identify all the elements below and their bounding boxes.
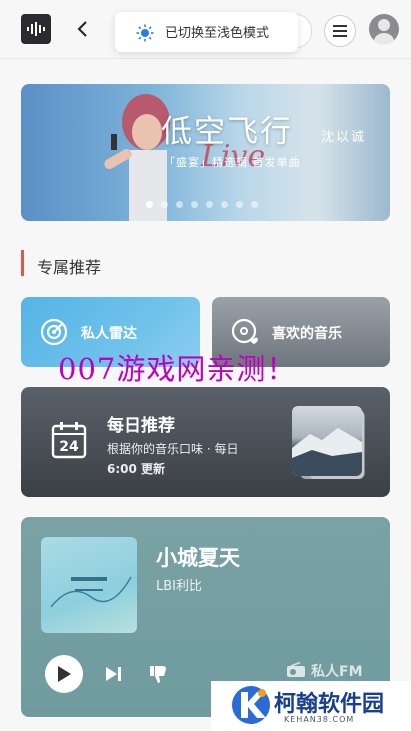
play-icon <box>58 666 71 682</box>
banner-subtitle: 「盛宴」精选辑 首发单曲 <box>164 156 301 169</box>
sun-icon <box>136 24 154 42</box>
radio-icon <box>287 662 305 677</box>
back-icon[interactable] <box>72 18 94 40</box>
album-cover-image <box>41 537 137 633</box>
watermark-url: KEHAN38.COM <box>284 715 355 724</box>
banner-dot[interactable] <box>221 201 228 208</box>
liked-card-label: 喜欢的音乐 <box>272 326 342 342</box>
daily-cover-image <box>292 406 362 476</box>
radar-icon <box>40 318 68 346</box>
watermark-brand: 柯翰软件园 <box>274 692 385 717</box>
menu-button[interactable] <box>324 15 356 47</box>
radar-card-label: 私人雷达 <box>81 326 137 342</box>
toast-text: 已切换至浅色模式 <box>165 26 270 41</box>
promo-banner[interactable]: 低空飞行 沈以诚 Live 「盛宴」精选辑 首发单曲 <box>21 84 390 221</box>
banner-dot[interactable] <box>251 201 258 208</box>
daily-title: 每日推荐 <box>107 416 175 436</box>
banner-dot[interactable] <box>236 201 243 208</box>
banner-dot[interactable] <box>146 201 153 208</box>
daily-recommend-card[interactable]: 24 每日推荐 根据你的音乐口味 · 每日 6:00 更新 <box>21 387 390 497</box>
watermark-text: 007游戏网亲测！ <box>58 352 297 386</box>
banner-dot[interactable] <box>206 201 213 208</box>
avatar[interactable] <box>369 14 399 44</box>
song-title: 小城夏天 <box>156 546 240 570</box>
song-artist[interactable]: LBI利比 <box>156 575 202 594</box>
daily-desc-line1: 根据你的音乐口味 · 每日 <box>107 442 239 456</box>
section-accent-bar <box>21 250 24 276</box>
calendar-day: 24 <box>59 439 79 455</box>
daily-desc-line2: 6:00 更新 <box>107 462 166 476</box>
daily-description: 根据你的音乐口味 · 每日 6:00 更新 <box>107 439 277 479</box>
fm-label: 私人FM <box>311 664 363 680</box>
menu-icon <box>333 25 347 37</box>
heart-disc-icon <box>231 318 258 344</box>
app-logo-icon[interactable] <box>21 14 51 44</box>
banner-dot[interactable] <box>191 201 198 208</box>
section-title: 专属推荐 <box>37 258 102 277</box>
next-icon[interactable] <box>103 663 125 685</box>
banner-dot[interactable] <box>161 201 168 208</box>
banner-dot[interactable] <box>176 201 183 208</box>
banner-pagination[interactable] <box>146 201 258 208</box>
watermark-logo-icon <box>232 686 270 724</box>
banner-artist: 沈以诚 <box>321 130 367 145</box>
dislike-icon[interactable] <box>147 663 169 685</box>
play-button[interactable] <box>45 655 83 693</box>
